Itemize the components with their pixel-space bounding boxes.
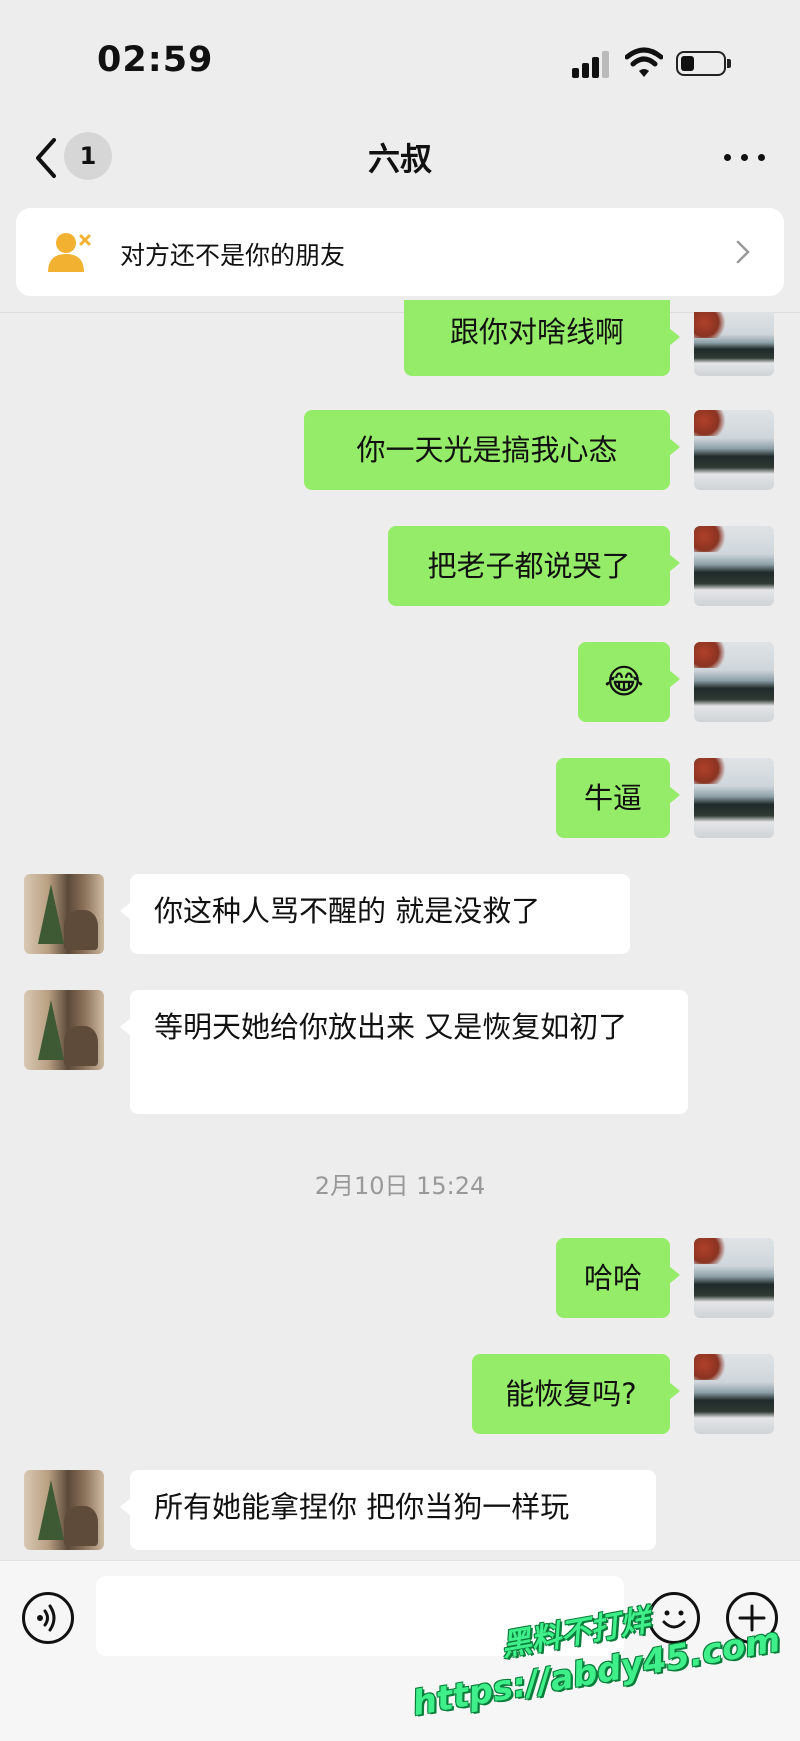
message-bubble-sent[interactable]: 把老子都说哭了	[388, 526, 680, 606]
message-timestamp: 2月10日 15:24	[314, 1172, 486, 1200]
not-friend-notice[interactable]: 对方还不是你的朋友	[16, 208, 784, 296]
my-avatar[interactable]	[694, 642, 774, 722]
message-bubble-received[interactable]: 所有她能拿捏你 把你当狗一样玩	[120, 1470, 656, 1550]
chat-title: 六叔	[367, 140, 432, 178]
message-bubble-received[interactable]: 你这种人骂不醒的 就是没救了	[120, 874, 630, 954]
header-divider	[0, 312, 800, 313]
user-not-friend-icon	[48, 233, 91, 272]
my-avatar[interactable]	[694, 410, 774, 490]
cellular-signal-icon	[572, 50, 612, 78]
my-avatar[interactable]	[694, 1238, 774, 1318]
message-bubble-received[interactable]: 等明天她给你放出来 又是恢复如初了	[120, 990, 688, 1114]
message-bubble-sent[interactable]: 你一天光是搞我心态	[304, 410, 680, 490]
message-bubble-sent[interactable]: 哈哈	[556, 1238, 680, 1318]
notice-text: 对方还不是你的朋友	[120, 241, 346, 270]
my-avatar[interactable]	[694, 1354, 774, 1434]
voice-icon[interactable]	[22, 1592, 74, 1644]
my-avatar[interactable]	[694, 758, 774, 838]
my-avatar[interactable]	[694, 312, 774, 376]
message-bubble-sent[interactable]: 牛逼	[556, 758, 680, 838]
message-bubble-sent[interactable]: 能恢复吗?	[472, 1354, 680, 1434]
contact-avatar[interactable]	[24, 874, 104, 954]
contact-avatar[interactable]	[24, 990, 104, 1070]
battery-icon	[676, 51, 731, 76]
wifi-icon	[625, 47, 663, 77]
status-bar: 02:59	[0, 0, 800, 120]
more-options-icon[interactable]	[724, 146, 766, 166]
chevron-right-icon	[736, 240, 750, 264]
status-time: 02:59	[97, 40, 214, 80]
message-bubble-sent-emoji[interactable]: 😂	[578, 642, 680, 722]
my-avatar[interactable]	[694, 526, 774, 606]
message-bubble-sent[interactable]: 跟你对啥线啊	[404, 300, 680, 376]
contact-avatar[interactable]	[24, 1470, 104, 1550]
